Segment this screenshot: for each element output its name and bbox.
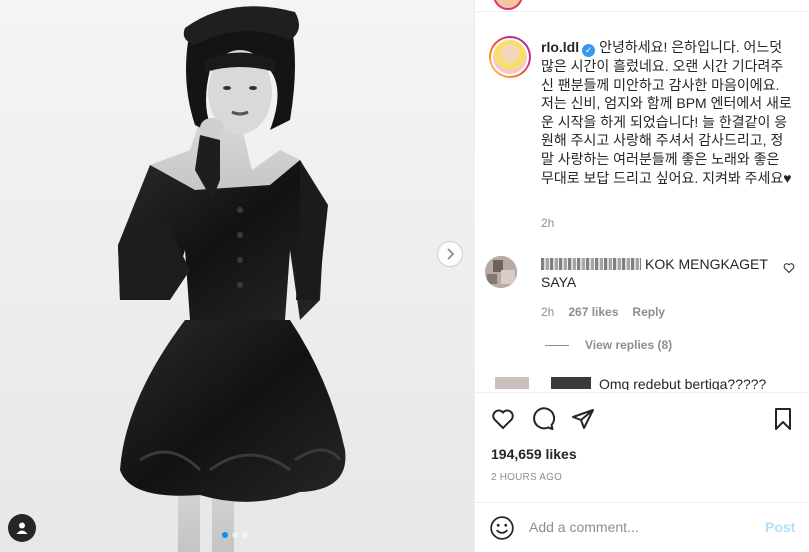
view-replies-button[interactable]: View replies (8) (545, 338, 672, 352)
post-header (475, 0, 809, 12)
header-avatar[interactable] (493, 0, 523, 10)
carousel-dot (232, 532, 238, 538)
commenter-username-blurred[interactable] (541, 258, 641, 270)
post-comment-button[interactable]: Post (765, 519, 795, 535)
paper-plane-icon (572, 409, 594, 429)
comment-like-icon[interactable] (783, 262, 795, 274)
comment-text: Omg redebut bertiga????? (599, 376, 767, 390)
verified-badge-icon: ✓ (582, 44, 596, 57)
post-timestamp[interactable]: 2 HOURS AGO (491, 472, 562, 483)
commenter-avatar[interactable] (485, 256, 517, 288)
comment-item: Omg redebut bertiga????? (475, 372, 809, 390)
comment-meta: 2h 267 likes Reply (541, 305, 665, 319)
post-side-panel: rlo.ldl ✓ 안녕하세요! 은하입니다. 어느덧 많은 시간이 흘렀네요. 오… (474, 0, 809, 552)
comment-icon (533, 407, 555, 430)
reply-button[interactable]: Reply (632, 305, 665, 319)
carousel-dot (222, 532, 228, 538)
carousel-dot (242, 532, 248, 538)
comment-text: KOK MENGKAGET SAYA (541, 256, 768, 290)
next-photo-button[interactable] (437, 241, 463, 267)
divider (545, 344, 569, 346)
post-media[interactable] (0, 0, 474, 552)
comment-button[interactable] (529, 405, 557, 433)
post-actions (475, 392, 809, 444)
emoji-icon[interactable] (489, 515, 515, 541)
like-button[interactable] (489, 405, 517, 433)
tagged-users-button[interactable] (8, 514, 36, 542)
caption-timestamp[interactable]: 2h (541, 216, 554, 230)
caption-text: rlo.ldl ✓ 안녕하세요! 은하입니다. 어느덧 많은 시간이 흘렀네요. 오… (541, 38, 795, 187)
carousel-indicator (222, 532, 248, 538)
share-button[interactable] (569, 405, 597, 433)
likes-count[interactable]: 194,659 likes (491, 446, 577, 462)
bookmark-icon (775, 408, 791, 430)
save-button[interactable] (769, 405, 797, 433)
commenter-avatar[interactable] (495, 377, 529, 389)
chevron-right-icon (447, 248, 455, 260)
post-photo (118, 6, 346, 552)
user-icon (16, 522, 28, 534)
comment-likes[interactable]: 267 likes (568, 305, 618, 319)
comment-input[interactable] (529, 516, 749, 538)
commenter-username-blurred[interactable] (551, 377, 591, 389)
heart-icon (492, 409, 514, 430)
author-username[interactable]: rlo.ldl (541, 39, 579, 55)
caption-body: 안녕하세요! 은하입니다. 어느덧 많은 시간이 흘렀네요. 오랜 시간 기다려… (541, 39, 792, 186)
add-comment-form: Post (475, 502, 809, 552)
comment-timestamp[interactable]: 2h (541, 305, 554, 319)
author-avatar[interactable] (489, 36, 531, 78)
